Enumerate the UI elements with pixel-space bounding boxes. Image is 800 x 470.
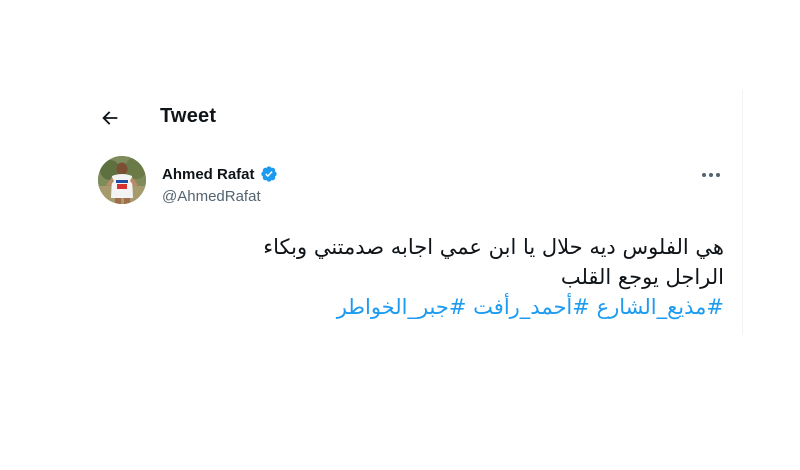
arrow-left-icon	[102, 111, 118, 125]
profile-photo	[98, 156, 146, 204]
tweet-card: Tweet Ahmed Rafat @AhmedRafat هي الفلوس …	[82, 90, 743, 335]
hashtag-link[interactable]: #مذيع_الشارع	[597, 295, 724, 319]
avatar[interactable]	[98, 156, 146, 204]
more-options-button[interactable]	[696, 164, 726, 186]
more-horizontal-icon	[702, 173, 720, 177]
page-title: Tweet	[160, 105, 217, 127]
author-handle[interactable]: @AhmedRafat	[162, 188, 261, 205]
page: Tweet Ahmed Rafat @AhmedRafat هي الفلوس …	[0, 0, 800, 470]
tweet-text-line: هي الفلوس ديه حلال يا ابن عمي اجابه صدمت…	[263, 235, 724, 259]
hashtag-link[interactable]: #جبر_الخواطر	[337, 295, 467, 319]
tweet-header: Tweet	[82, 90, 742, 146]
author-name[interactable]: Ahmed Rafat	[162, 166, 255, 183]
author-name-row: Ahmed Rafat	[162, 165, 278, 183]
hashtag-link[interactable]: #أحمد_رأفت	[473, 295, 590, 319]
back-button[interactable]	[96, 104, 124, 132]
tweet-text-line: الراجل يوجع القلب	[560, 265, 724, 289]
verified-badge-icon	[260, 166, 277, 182]
hashtags: #مذيع_الشارع #أحمد_رأفت #جبر_الخواطر	[124, 292, 724, 322]
tweet-text: هي الفلوس ديه حلال يا ابن عمي اجابه صدمت…	[124, 232, 724, 322]
